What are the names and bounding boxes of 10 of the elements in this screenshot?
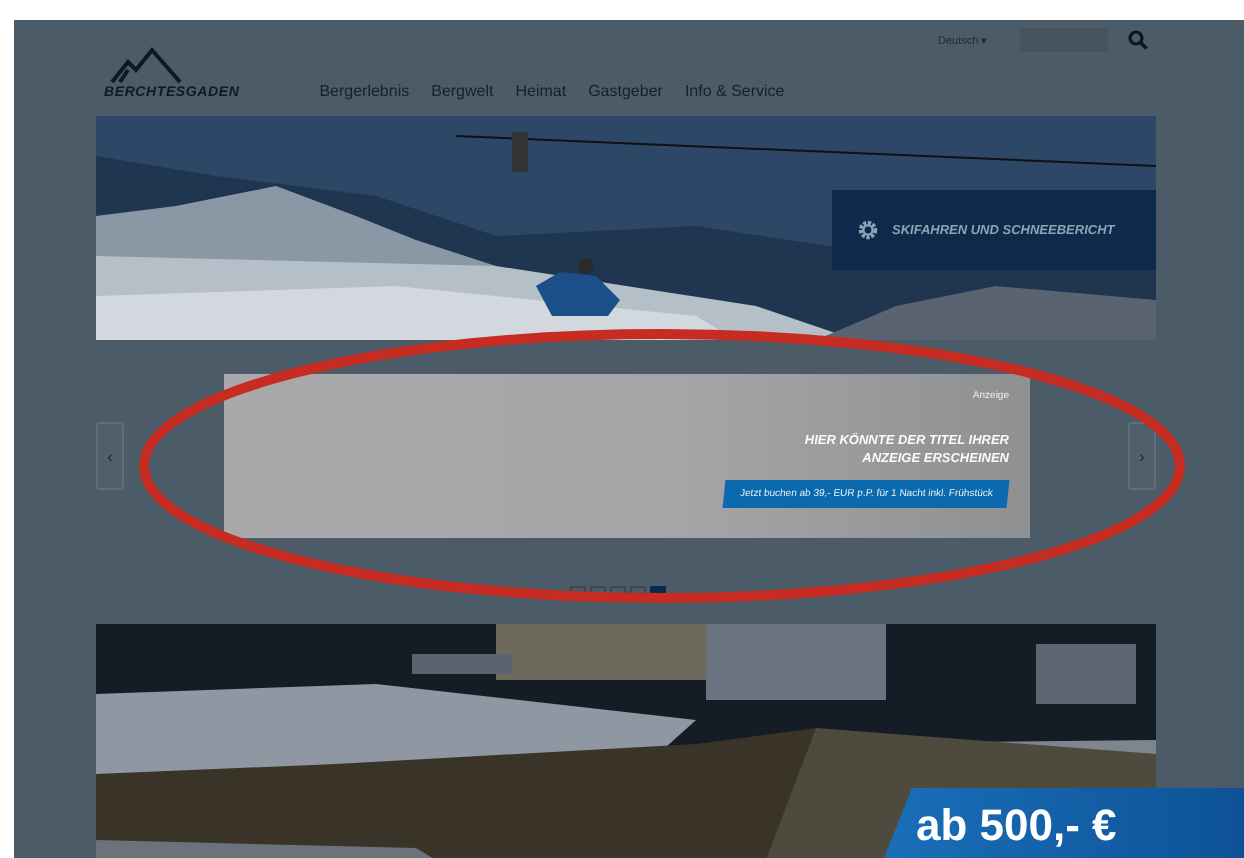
nav-link[interactable]: Heimat — [515, 82, 567, 100]
nav-link[interactable]: Gastgeber — [588, 82, 663, 100]
price-text: ab 500,- € — [916, 800, 1117, 852]
nav-link[interactable]: Bergerlebnis — [319, 82, 410, 100]
nav-link[interactable]: Bergwelt — [431, 82, 494, 100]
nav-link[interactable]: Info & Service — [684, 82, 785, 100]
gear-icon — [856, 218, 880, 242]
previous-button[interactable]: ‹ — [96, 422, 124, 490]
next-button[interactable]: › — [1128, 422, 1156, 490]
search-icon[interactable] — [1127, 30, 1148, 50]
